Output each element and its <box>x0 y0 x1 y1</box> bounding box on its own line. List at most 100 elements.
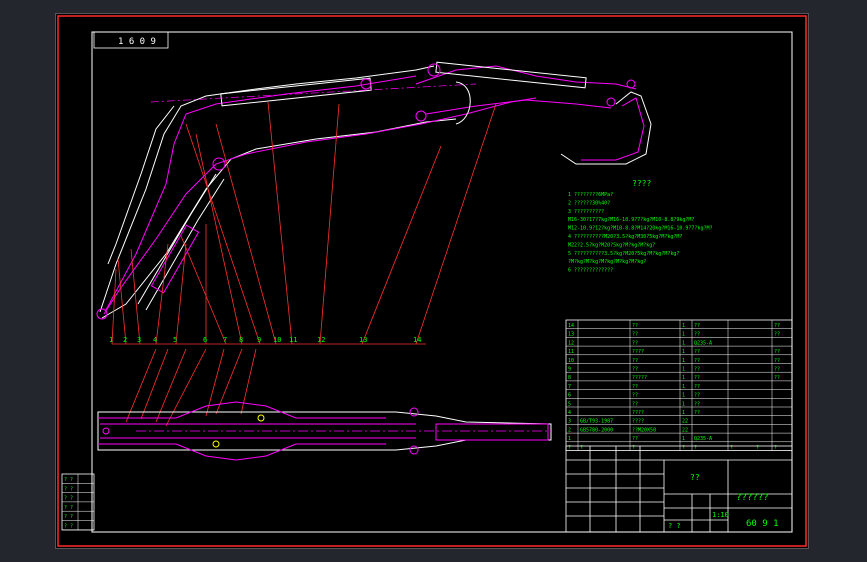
scale-label: 1:10 <box>712 511 729 519</box>
bom-cell-no: 2 <box>568 427 571 433</box>
note-line: M12-10.9?12?kg?M10-8.8?M14?20kg?M16-10.9… <box>568 226 713 232</box>
bom-cell-mat: ?? <box>694 401 700 407</box>
side-table-cell: ? ? <box>64 496 73 502</box>
bom-cell-name: ???? <box>632 410 644 416</box>
bom-cell-mat: ?? <box>694 349 700 355</box>
bom-cell-mat: ?? <box>694 375 700 381</box>
bom-cell-name: ?? <box>632 384 638 390</box>
balloon-4: 4 <box>153 336 157 344</box>
drawing-number: 60 9 1 <box>746 519 779 529</box>
bom-cell-mat: ?? <box>694 393 700 399</box>
bom-cell-name: ???? <box>632 419 644 425</box>
bom-cell-mat: ?? <box>694 367 700 373</box>
bom-cell-qty: 22 <box>682 419 688 425</box>
bom-cell-no: 7 <box>568 384 571 390</box>
balloon-labels: 1 2 3 4 5 6 7 8 9 10 11 12 13 14 <box>109 336 421 344</box>
bom-cell-name: ?? <box>632 393 638 399</box>
side-table-cell: ? ? <box>64 505 73 511</box>
bom-cell-no: 14 <box>568 323 574 329</box>
bom-cell-no: 10 <box>568 358 574 364</box>
balloon-10: 10 <box>273 336 281 344</box>
bom-cell-qty: 1 <box>682 401 685 407</box>
bom-cell-qty: 22 <box>682 427 688 433</box>
note-line: 2 ??????30%40? <box>568 200 610 206</box>
bom-cell-name: ?? <box>632 323 638 329</box>
bom-cell-qty: 1 <box>682 358 685 364</box>
bom-cell-qty: 1 <box>682 340 685 346</box>
balloon-13: 13 <box>359 336 367 344</box>
bom-cell-note: ?? <box>774 349 780 355</box>
bom-cell-no: 8 <box>568 375 571 381</box>
note-line: M22?2.5?kg?M20?5kg?M?kg?M?kg? <box>568 242 655 248</box>
technical-notes: 1 ????????6MPa? 2 ??????30%40? 3 ?????????… <box>568 192 713 274</box>
balloon-14: 14 <box>413 336 421 344</box>
bom-cell-name: ??M20X50 <box>632 427 656 433</box>
bom-cell-qty: 1 <box>682 332 685 338</box>
bom-cell-no: 3 <box>568 419 571 425</box>
note-line: 5 ??????????3.5?kg?M20?5kg?M?kg?M?kg? <box>568 251 679 257</box>
cad-drawing: 1 6 0 9 1 2 3 4 5 6 7 8 9 10 11 12 13 14… <box>57 15 807 547</box>
bom-cell-mat: ?? <box>694 332 700 338</box>
bom-cell-no: 4 <box>568 410 571 416</box>
bom-cell-name: ?? <box>632 401 638 407</box>
bom-cell-mat: ?? <box>694 323 700 329</box>
inner-frame <box>91 31 793 533</box>
bom-cell-name: ?? <box>632 332 638 338</box>
bom-cell-mat: Q235-A <box>694 340 712 346</box>
boom-side-view <box>96 61 652 320</box>
balloon-7: 7 <box>223 336 227 344</box>
note-line: M16-30?17?7kg?M16-10.9?7?kg?M10-8.8?9kg?… <box>568 217 694 223</box>
bom-cell-no: 6 <box>568 393 571 399</box>
bom-cell-qty: 1 <box>682 410 685 416</box>
balloon-11: 11 <box>289 336 297 344</box>
side-table-cell: ? ? <box>64 477 73 483</box>
bom-cell-mat: ?? <box>694 384 700 390</box>
bom-cell-qty: 1 <box>682 375 685 381</box>
bom-cell-name: ?? <box>632 340 638 346</box>
bom-cell-qty: 1 <box>682 393 685 399</box>
bom-cell-name: ?? <box>632 436 638 442</box>
bom-cell-no: 11 <box>568 349 574 355</box>
balloon-12: 12 <box>317 336 325 344</box>
notes-heading: ???? <box>632 179 651 188</box>
bom-cell-no: 13 <box>568 332 574 338</box>
bom-cell-qty: 1 <box>682 436 685 442</box>
bill-of-materials: 14?? 1?? ??13?? 1?? ??12?? 1 Q235-A11???? 1????… <box>565 319 793 451</box>
bom-cell-no: 5 <box>568 401 571 407</box>
drawing-title: ?????? <box>736 493 769 503</box>
bom-cell-note: ?? <box>774 375 780 381</box>
bom-cell-no: 9 <box>568 367 571 373</box>
bom-cell-qty: 1 <box>682 367 685 373</box>
stamp-label: 1 6 0 9 <box>118 37 156 47</box>
note-line: 3 ?????????? <box>568 209 604 215</box>
balloon-2: 2 <box>123 336 127 344</box>
part-name: ?? <box>690 473 700 482</box>
balloon-3: 3 <box>137 336 141 344</box>
bom-cell-mat: ?? <box>694 410 700 416</box>
drawing-sheet: 1 6 0 9 1 2 3 4 5 6 7 8 9 10 11 12 13 14… <box>55 13 809 549</box>
plan-view <box>97 401 552 461</box>
bom-cell-note: ?? <box>774 367 780 373</box>
bom-cell-qty: 1 <box>682 349 685 355</box>
bom-cell-qty: 1 <box>682 323 685 329</box>
note-line: 1 ????????6MPa? <box>568 192 613 198</box>
bom-cell-note: ?? <box>774 332 780 338</box>
bom-cell-note: ?? <box>774 323 780 329</box>
balloon-8: 8 <box>239 336 243 344</box>
sheet-label: ? ? <box>668 522 681 530</box>
balloon-5: 5 <box>173 336 177 344</box>
bom-cell-name: ???? <box>632 349 644 355</box>
bom-cell-code: GB/T93-1987 <box>580 419 613 425</box>
bom-cell-name: ????? <box>632 375 647 381</box>
balloon-1: 1 <box>109 336 113 344</box>
leader-lines <box>111 101 497 427</box>
bom-cell-name: ?? <box>632 358 638 364</box>
note-line: 6 ????????????? <box>568 268 613 274</box>
side-table-cell: ? ? <box>64 486 73 492</box>
bom-cell-qty: 1 <box>682 384 685 390</box>
side-table-cell: ? ? <box>64 514 73 520</box>
balloon-6: 6 <box>203 336 207 344</box>
bom-cell-mat: ?? <box>694 358 700 364</box>
balloon-9: 9 <box>257 336 261 344</box>
bom-cell-name: ?? <box>632 367 638 373</box>
